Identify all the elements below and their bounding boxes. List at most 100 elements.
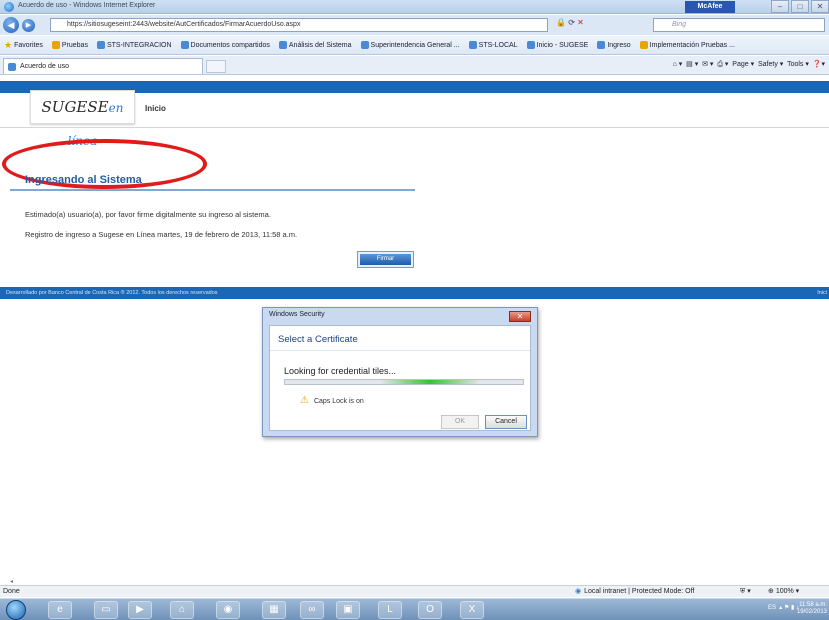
tab-bar: Acuerdo de uso ⌂ ▾ ▤ ▾ ✉ ▾ ⎙ ▾ Page ▾ Sa… xyxy=(0,56,829,75)
home-icon[interactable]: ⌂ ▾ xyxy=(673,61,683,68)
warning-icon: ⚠ xyxy=(300,395,309,406)
status-text: Done xyxy=(3,588,20,595)
taskbar: e ▭ ▶ ⌂ ◉ ▦ ∞ ▣ L O X ES ▴ ⚑ ▮ ♪ 11:58 a… xyxy=(0,598,829,620)
favorite-link[interactable]: STS-LOCAL xyxy=(468,41,518,49)
footer-text: Desarrollado por Banco Central de Costa … xyxy=(6,290,218,296)
firmar-button[interactable]: Firmar xyxy=(357,251,414,268)
clock-time: 11:58 a.m. xyxy=(799,602,827,608)
app-taskbar-icon[interactable]: ∞ xyxy=(300,601,324,619)
feeds-icon[interactable]: ▤ ▾ xyxy=(686,61,698,68)
folder-taskbar-icon[interactable]: ▭ xyxy=(94,601,118,619)
page-icon xyxy=(597,41,606,49)
tab-acuerdo-de-uso[interactable]: Acuerdo de uso xyxy=(3,58,203,74)
favorites-bar: ★ Favorites Pruebas STS-INTEGRACION Docum… xyxy=(0,36,829,55)
zoom-level[interactable]: ⊕ 100% ▾ xyxy=(768,586,799,597)
footer-inicio-link[interactable]: Inici xyxy=(817,287,827,299)
lock-icon[interactable]: 🔒 xyxy=(556,18,566,27)
help-icon[interactable]: ❓▾ xyxy=(813,61,825,68)
section-title: Ingresando al Sistema xyxy=(25,174,142,186)
favorite-link[interactable]: Superintendencia General ... xyxy=(360,41,460,49)
lync-taskbar-icon[interactable]: L xyxy=(378,601,402,619)
globe-icon: ◉ xyxy=(575,588,582,595)
sugese-logo[interactable]: SUGESEen línea xyxy=(30,90,135,148)
page-icon xyxy=(526,41,535,49)
favorite-link[interactable]: Análisis del Sistema xyxy=(278,41,352,49)
firefox-taskbar-icon[interactable]: ◉ xyxy=(216,601,240,619)
footer-bar: Desarrollado por Banco Central de Costa … xyxy=(0,287,829,299)
mail-icon[interactable]: ✉ ▾ xyxy=(702,61,713,68)
protected-icon[interactable]: ⛨ ▾ xyxy=(740,586,751,597)
security-zone[interactable]: ◉ Local intranet | Protected Mode: Off xyxy=(575,586,694,597)
mcafee-badge[interactable]: McAfee xyxy=(685,1,735,13)
screen: Acuerdo de uso - Windows Internet Explor… xyxy=(0,0,829,620)
chart-taskbar-icon[interactable]: ▦ xyxy=(262,601,286,619)
dialog-close-button[interactable]: ✕ xyxy=(509,311,531,322)
window-controls: ‒ □ ✕ xyxy=(771,0,829,13)
nav-inicio-link[interactable]: Inicio xyxy=(145,104,166,113)
start-button[interactable] xyxy=(6,600,26,620)
page-icon xyxy=(180,41,189,49)
favorites-button[interactable]: ★ Favorites xyxy=(4,40,43,51)
close-window-button[interactable]: ✕ xyxy=(811,0,829,13)
refresh-icon[interactable]: ⟳ xyxy=(568,18,575,27)
minimize-button[interactable]: ‒ xyxy=(771,0,789,13)
favorite-link[interactable]: Ingreso xyxy=(597,41,631,49)
clock[interactable]: 11:58 a.m. 19/02/2013 xyxy=(797,602,827,616)
navigation-bar: ◀ ▶ https://sitiosugeseint:2443/website/… xyxy=(0,15,829,35)
print-icon[interactable]: ⎙ ▾ xyxy=(717,61,728,68)
dialog-title: Windows Security xyxy=(269,311,325,318)
maximize-button[interactable]: □ xyxy=(791,0,809,13)
star-icon: ★ xyxy=(4,39,13,50)
progress-fill xyxy=(380,380,481,384)
dialog-body: Select a Certificate Looking for credent… xyxy=(269,325,531,431)
credential-progress-bar xyxy=(284,379,524,385)
favorite-link[interactable]: STS-INTEGRACION xyxy=(96,41,172,49)
status-bar: Done ◉ Local intranet | Protected Mode: O… xyxy=(0,585,829,597)
page-menu[interactable]: Page ▾ xyxy=(732,61,754,68)
page-icon xyxy=(278,41,287,49)
back-button[interactable]: ◀ xyxy=(3,17,19,33)
clock-date: 19/02/2013 xyxy=(796,609,827,615)
ok-button[interactable]: OK xyxy=(441,415,479,429)
favorite-link[interactable]: Pruebas xyxy=(51,41,88,49)
network-taskbar-icon[interactable]: ⌂ xyxy=(170,601,194,619)
forward-button[interactable]: ▶ xyxy=(22,19,35,32)
favorite-link[interactable]: Documentos compartidos xyxy=(180,41,270,49)
favorite-link[interactable]: Inicio - SUGESE xyxy=(526,41,588,49)
registration-text: Registro de ingreso a Sugese en Línea ma… xyxy=(25,230,298,239)
header-divider xyxy=(0,127,829,128)
windows-security-dialog: Windows Security ✕ Select a Certificate … xyxy=(262,307,538,437)
address-tools: 🔒 ⟳ ✕ xyxy=(556,18,584,27)
dialog-separator xyxy=(270,350,530,351)
instruction-text: Estimado(a) usuario(a), por favor firme … xyxy=(25,210,271,219)
looking-status-text: Looking for credential tiles... xyxy=(284,366,397,376)
stop-icon[interactable]: ✕ xyxy=(577,18,584,27)
ie-taskbar-icon[interactable]: e xyxy=(48,601,72,619)
new-tab-button[interactable] xyxy=(206,60,226,73)
window-title: Acuerdo de uso - Windows Internet Explor… xyxy=(18,2,156,9)
system-tray: ES ▴ ⚑ ▮ ♪ xyxy=(767,605,799,611)
address-input[interactable]: https://sitiosugeseint:2443/website/AutC… xyxy=(50,18,548,32)
folder-icon xyxy=(51,41,60,49)
page-icon xyxy=(468,41,477,49)
language-indicator[interactable]: ES xyxy=(768,605,776,611)
scroll-left-arrow[interactable]: ◂ xyxy=(10,578,13,585)
media-taskbar-icon[interactable]: ▶ xyxy=(128,601,152,619)
safety-menu[interactable]: Safety ▾ xyxy=(758,61,783,68)
cancel-button[interactable]: Cancel xyxy=(485,415,527,429)
excel-taskbar-icon[interactable]: X xyxy=(460,601,484,619)
command-bar: ⌂ ▾ ▤ ▾ ✉ ▾ ⎙ ▾ Page ▾ Safety ▾ Tools ▾ … xyxy=(673,60,825,69)
search-input[interactable]: Bing xyxy=(653,18,825,32)
favorite-link[interactable]: Implementación Pruebas ... xyxy=(639,41,735,49)
ie-logo-icon xyxy=(4,2,14,12)
section-title-underline xyxy=(10,189,415,191)
tools-menu[interactable]: Tools ▾ xyxy=(787,61,809,68)
folder-icon xyxy=(639,41,648,49)
page-icon xyxy=(96,41,105,49)
dialog-heading: Select a Certificate xyxy=(278,334,358,345)
outlook-taskbar-icon[interactable]: O xyxy=(418,601,442,619)
explorer-taskbar-icon[interactable]: ▣ xyxy=(336,601,360,619)
page-icon xyxy=(360,41,369,49)
logo-main-text: SUGESE xyxy=(41,98,109,116)
window-title-bar: Acuerdo de uso - Windows Internet Explor… xyxy=(0,0,829,14)
